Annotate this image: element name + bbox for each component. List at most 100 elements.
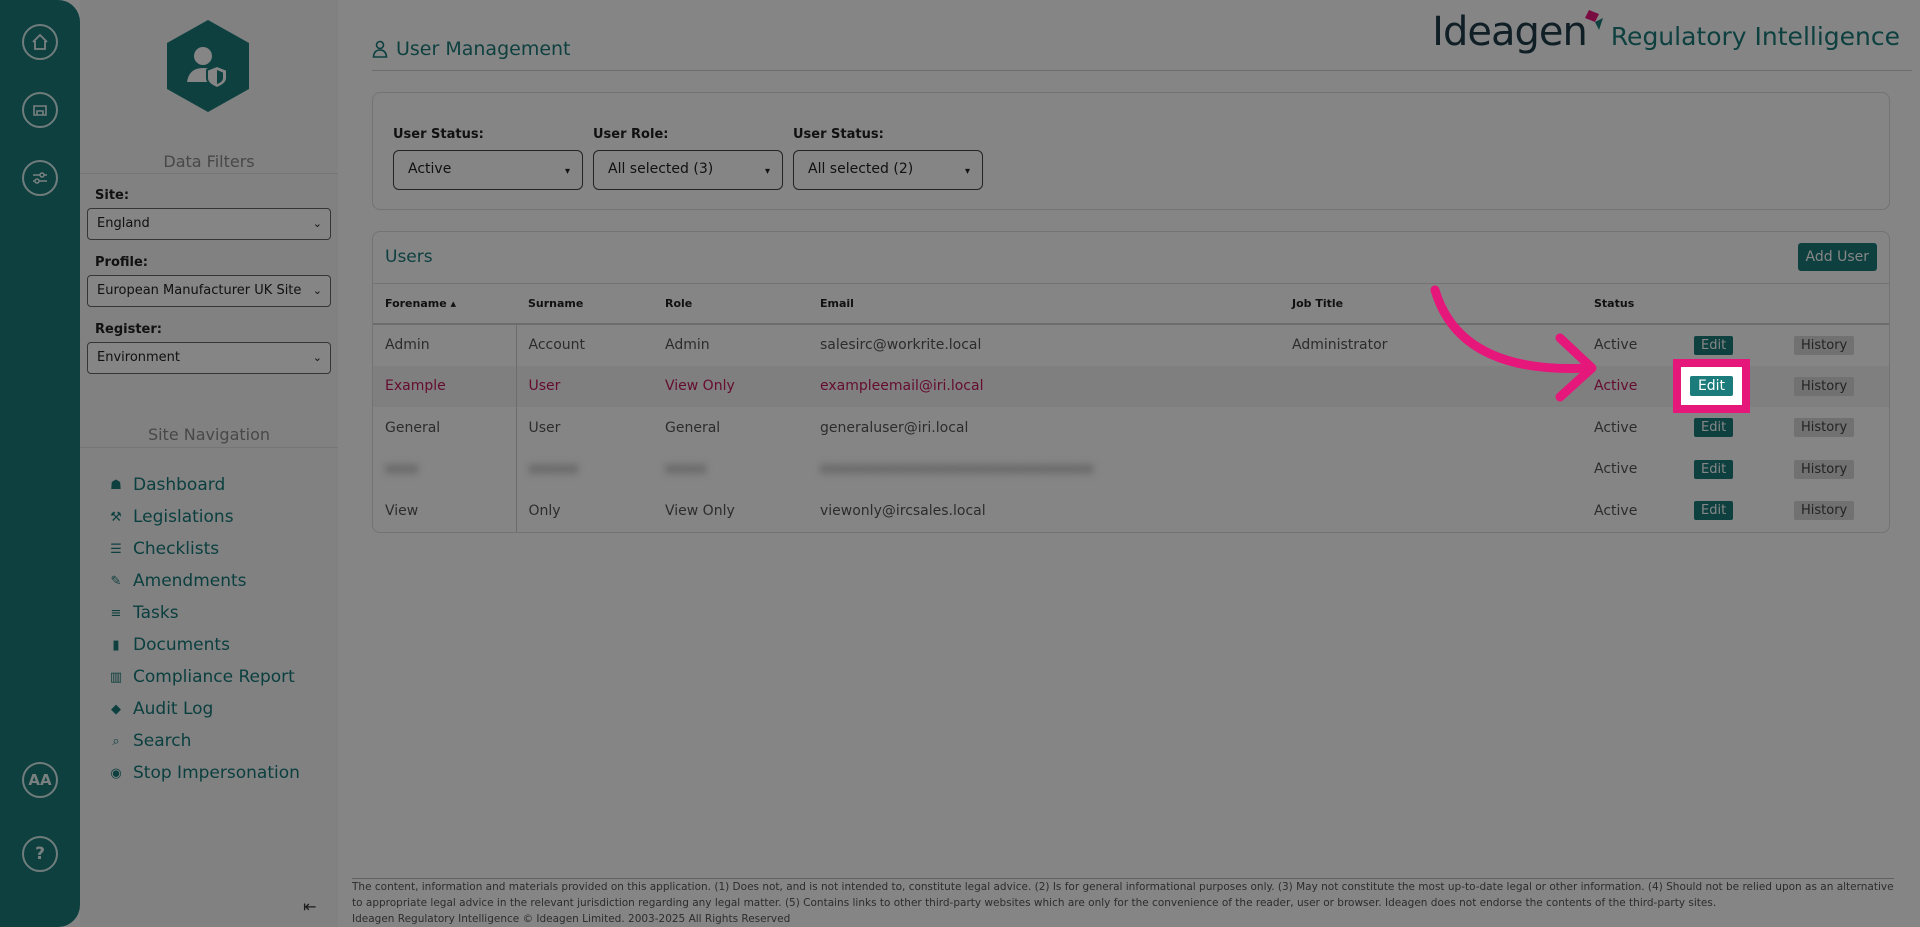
nav-item-compliance-report[interactable]: ▥ Compliance Report [105, 661, 300, 693]
user-filters-panel: User Status: Active ▾ User Role: All sele… [372, 92, 1890, 210]
sliders-icon[interactable] [22, 160, 58, 196]
nav-item-label: Compliance Report [133, 667, 295, 687]
site-navigation: ☗ Dashboard ⚒ Legislations ☰ Checklists ✎ Am… [105, 469, 300, 789]
copyright-text: Ideagen Regulatory Intelligence © Ideage… [352, 913, 791, 925]
column-header-email[interactable]: Email [808, 284, 1280, 325]
history-button[interactable]: History [1794, 459, 1855, 479]
user-role-select[interactable]: All selected (3) ▾ [593, 150, 783, 190]
edit-icon: ✎ [110, 573, 122, 589]
help-label: ? [35, 844, 45, 864]
nav-item-tasks[interactable]: ≡ Tasks [105, 597, 300, 629]
add-user-button[interactable]: Add User [1797, 243, 1877, 271]
user-status2-label: User Status: [793, 127, 884, 142]
cell-history: History [1782, 407, 1889, 449]
text-size-label: AA [28, 771, 52, 789]
user-status-select[interactable]: Active ▾ [393, 150, 583, 190]
table-row: View Only View Only viewonly@ircsales.lo… [373, 490, 1889, 532]
tags-icon: ◆ [111, 701, 121, 717]
user-status-value: Active [408, 161, 452, 177]
main-content: User Management Ideagen Regulatory Intel… [338, 0, 1920, 927]
cell-role: View Only [665, 502, 735, 519]
user-status2-select[interactable]: All selected (2) ▾ [793, 150, 983, 190]
chevron-down-icon: ⌄ [312, 284, 322, 297]
edit-button-highlighted[interactable]: Edit [1689, 376, 1734, 396]
profile-select-value: European Manufacturer UK Site [97, 283, 302, 298]
nav-item-checklists[interactable]: ☰ Checklists [105, 533, 300, 565]
user-icon [372, 40, 388, 58]
nav-item-legislations[interactable]: ⚒ Legislations [105, 501, 300, 533]
nav-item-label: Amendments [133, 571, 247, 591]
text-size-button[interactable]: AA [22, 762, 58, 798]
building-icon[interactable] [22, 92, 58, 128]
caret-down-icon: ▾ [764, 166, 770, 177]
cell-surname: User [516, 365, 653, 407]
cell-email: salesirc@workrite.local [820, 337, 982, 354]
help-button[interactable]: ? [22, 836, 58, 872]
home-icon[interactable] [22, 24, 58, 60]
nav-item-search[interactable]: ⌕ Search [105, 725, 300, 757]
cell-email: exampleemail@iri.local [808, 365, 1280, 407]
cell-email: xxxxxxxxxxxxxxxxxxxxxxxxxxxxxxxxx [820, 461, 1094, 478]
site-select[interactable]: England ⌄ [87, 208, 331, 240]
column-header-edit [1682, 284, 1782, 325]
users-table: Forename ▴ Surname Role Email Job Title … [373, 284, 1889, 532]
brand-logo: Ideagen Regulatory Intelligence [1432, 10, 1900, 52]
user-status-filter: User Status: Active ▾ [393, 127, 583, 190]
register-select[interactable]: Environment ⌄ [87, 342, 331, 374]
chevron-down-icon: ⌄ [312, 217, 322, 230]
history-button[interactable]: History [1794, 418, 1855, 438]
collapse-sidebar-icon[interactable]: ⇤ [303, 897, 316, 916]
data-filters-title: Data Filters [163, 152, 255, 171]
cell-edit: Edit [1682, 407, 1782, 449]
history-button[interactable]: History [1794, 376, 1855, 396]
column-header-forename[interactable]: Forename ▴ [373, 284, 516, 325]
cell-email: generaluser@iri.local [820, 419, 969, 436]
nav-item-label: Checklists [133, 539, 220, 559]
divider [80, 447, 338, 448]
tasks-icon: ≡ [110, 605, 122, 621]
cell-role: View Only [653, 365, 808, 407]
edit-button[interactable]: Edit [1694, 459, 1734, 479]
cell-role: General [665, 419, 721, 436]
nav-item-amendments[interactable]: ✎ Amendments [105, 565, 300, 597]
edit-button[interactable]: Edit [1694, 501, 1734, 521]
column-header-surname[interactable]: Surname [516, 284, 653, 325]
nav-item-stop-impersonation[interactable]: ◉ Stop Impersonation [105, 757, 300, 789]
nav-item-label: Stop Impersonation [133, 763, 300, 783]
column-header-role[interactable]: Role [653, 284, 808, 325]
history-button[interactable]: History [1794, 501, 1855, 521]
dashboard-icon: ☗ [110, 477, 122, 493]
edit-button[interactable]: Edit [1694, 418, 1734, 438]
icon-rail: AA ? [0, 0, 80, 927]
profile-label: Profile: [95, 255, 148, 270]
brand-sub: Regulatory Intelligence [1610, 22, 1900, 51]
header-divider [372, 70, 1912, 71]
pointer-arrow-icon [1430, 285, 1597, 402]
cell-edit: Edit [1682, 490, 1782, 532]
cell-surname: Account [528, 337, 586, 354]
site-select-value: England [97, 216, 150, 231]
users-title: Users [385, 247, 433, 267]
table-header-row: Forename ▴ Surname Role Email Job Title … [373, 284, 1889, 325]
history-button[interactable]: History [1794, 335, 1855, 355]
cell-forename: xxxx [373, 448, 517, 490]
nav-item-documents[interactable]: ▮ Documents [105, 629, 300, 661]
edit-button[interactable]: Edit [1694, 335, 1734, 355]
cell-history: History [1782, 490, 1889, 532]
table-row-highlighted: Example User View Only exampleemail@iri.… [373, 365, 1889, 407]
cell-role: xxxxx [665, 461, 707, 478]
site-navigation-title: Site Navigation [147, 425, 271, 444]
profile-select[interactable]: European Manufacturer UK Site ⌄ [87, 275, 331, 307]
table-row: Admin Account Admin salesirc@workrite.lo… [373, 324, 1889, 366]
cell-history: History [1782, 324, 1889, 366]
nav-item-label: Audit Log [133, 699, 214, 719]
register-select-value: Environment [97, 350, 181, 365]
brand-name: Ideagen [1432, 9, 1588, 55]
cell-email: viewonly@ircsales.local [820, 502, 986, 519]
nav-item-audit-log[interactable]: ◆ Audit Log [105, 693, 300, 725]
register-label: Register: [95, 322, 162, 337]
cell-status: Active [1594, 419, 1638, 436]
site-label: Site: [95, 188, 130, 203]
divider [80, 173, 338, 174]
nav-item-dashboard[interactable]: ☗ Dashboard [105, 469, 300, 501]
